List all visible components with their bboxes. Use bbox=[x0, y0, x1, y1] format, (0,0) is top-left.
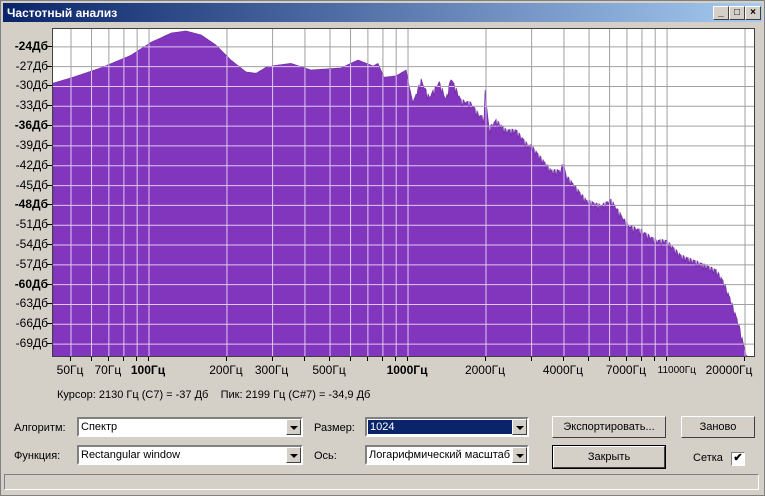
x-tick-label: 200Гц bbox=[209, 363, 243, 377]
window-title: Частотный анализ bbox=[7, 6, 118, 20]
size-value: 1024 bbox=[368, 420, 512, 434]
y-tick-label: -51Дб bbox=[15, 217, 48, 232]
title-bar: Частотный анализ _ □ × bbox=[3, 3, 762, 22]
x-tick-label: 11000Гц bbox=[657, 365, 696, 376]
chevron-down-icon[interactable] bbox=[286, 419, 301, 435]
grid-label: Сетка bbox=[693, 452, 723, 464]
x-tick-label: 70Гц bbox=[94, 363, 122, 377]
x-tick bbox=[530, 357, 532, 361]
export-button[interactable]: Экспортировать... bbox=[552, 416, 666, 438]
x-tick bbox=[625, 357, 627, 361]
x-tick bbox=[70, 357, 72, 361]
x-tick bbox=[349, 357, 351, 361]
x-tick-label: 20000Гц bbox=[705, 363, 753, 377]
x-tick-label: 1000Гц bbox=[386, 363, 428, 377]
x-tick bbox=[666, 357, 668, 361]
x-tick bbox=[329, 357, 331, 361]
maximize-button[interactable]: □ bbox=[729, 6, 745, 20]
y-tick-label: -39Дб bbox=[15, 137, 48, 152]
peak-readout: Пик: 2199 Гц (C#7) = -34,9 Дб bbox=[220, 389, 371, 401]
axis-value: Логарифмический масштаб bbox=[369, 449, 511, 461]
cursor-readout: Курсор: 2130 Гц (C7) = -37 Дб bbox=[57, 389, 209, 401]
function-label: Функция: bbox=[14, 450, 61, 462]
axis-select[interactable]: Логарифмический масштаб bbox=[365, 445, 529, 465]
x-tick bbox=[744, 357, 746, 361]
x-tick bbox=[225, 357, 227, 361]
y-tick-label: -27Дб bbox=[15, 58, 48, 73]
spectrum-area bbox=[53, 30, 748, 356]
x-tick-label: 2000Гц bbox=[464, 363, 506, 377]
axis-label: Ось: bbox=[314, 450, 337, 462]
x-tick-label: 50Гц bbox=[56, 363, 84, 377]
x-tick bbox=[588, 357, 590, 361]
x-tick bbox=[303, 357, 305, 361]
chevron-down-icon[interactable] bbox=[286, 447, 301, 463]
x-tick bbox=[136, 357, 138, 361]
y-tick-label: -63Дб bbox=[15, 296, 48, 311]
y-tick-label: -30Дб bbox=[15, 78, 48, 93]
y-tick-label: -57Дб bbox=[15, 256, 48, 271]
x-tick bbox=[381, 357, 383, 361]
y-tick-label: -48Дб bbox=[14, 197, 48, 212]
y-tick-label: -42Дб bbox=[15, 157, 48, 172]
chevron-down-icon[interactable] bbox=[512, 419, 527, 435]
y-tick-label: -60Дб bbox=[14, 276, 48, 291]
x-tick bbox=[484, 357, 486, 361]
x-tick-label: 7000Гц bbox=[605, 363, 646, 377]
x-tick bbox=[654, 357, 656, 361]
x-tick-label: 300Гц bbox=[254, 363, 289, 377]
y-tick-label: -69Дб bbox=[15, 336, 48, 351]
y-tick-label: -36Дб bbox=[14, 118, 48, 133]
minimize-button[interactable]: _ bbox=[713, 6, 729, 20]
chevron-down-icon[interactable] bbox=[512, 447, 527, 463]
algorithm-select[interactable]: Спектр bbox=[77, 417, 303, 437]
y-tick-label: -66Дб bbox=[15, 316, 48, 331]
algorithm-label: Алгоритм: bbox=[14, 422, 66, 434]
cursor-info: Курсор: 2130 Гц (C7) = -37 Дб Пик: 2199 … bbox=[57, 389, 370, 401]
y-tick-label: -54Дб bbox=[15, 237, 48, 252]
grid-checkbox[interactable]: ✔ bbox=[731, 452, 745, 466]
x-tick bbox=[90, 357, 92, 361]
x-tick bbox=[107, 357, 109, 361]
x-tick bbox=[640, 357, 642, 361]
function-select[interactable]: Rectangular window bbox=[77, 445, 303, 465]
redo-button[interactable]: Заново bbox=[681, 416, 755, 438]
x-tick bbox=[395, 357, 397, 361]
x-tick bbox=[122, 357, 124, 361]
y-tick-label: -45Дб bbox=[15, 177, 48, 192]
x-tick-label: 100Гц bbox=[130, 363, 166, 377]
x-tick-label: 4000Гц bbox=[542, 363, 584, 377]
close-window-button[interactable]: × bbox=[745, 6, 761, 20]
close-button[interactable]: Закрыть bbox=[552, 445, 666, 469]
size-label: Размер: bbox=[314, 422, 355, 434]
x-tick bbox=[147, 357, 149, 361]
x-tick bbox=[562, 357, 564, 361]
x-tick bbox=[608, 357, 610, 361]
y-tick-label: -33Дб bbox=[15, 98, 48, 113]
status-bar bbox=[4, 474, 759, 490]
x-tick bbox=[407, 357, 409, 361]
y-tick-label: -24Дб bbox=[14, 38, 48, 53]
x-tick-label: 500Гц bbox=[312, 363, 346, 377]
x-tick bbox=[366, 357, 368, 361]
spectrum-chart bbox=[53, 29, 754, 356]
algorithm-value: Спектр bbox=[81, 421, 118, 433]
size-select[interactable]: 1024 bbox=[365, 417, 529, 437]
spectrum-plot[interactable] bbox=[52, 28, 755, 357]
x-tick bbox=[271, 357, 273, 361]
function-value: Rectangular window bbox=[81, 449, 181, 461]
